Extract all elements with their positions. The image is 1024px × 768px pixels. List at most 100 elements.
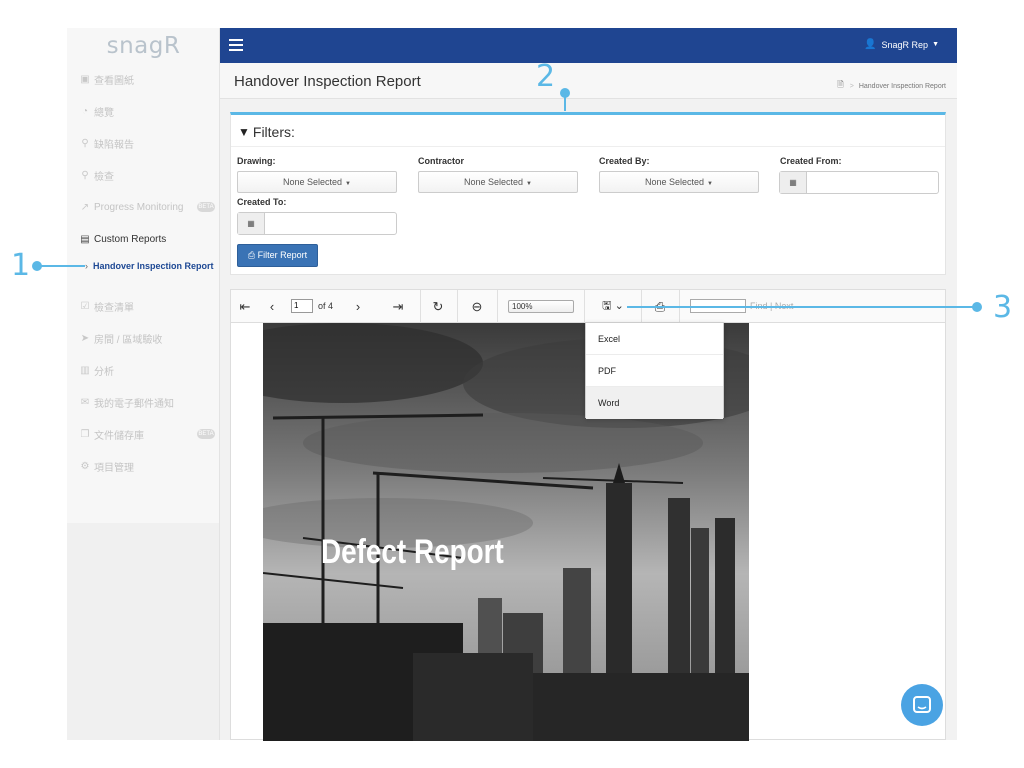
user-name: SnagR Rep [881, 39, 929, 50]
sidebar-item-progress-monitoring[interactable]: ↗ Progress Monitoring BETA [67, 191, 220, 223]
last-page-icon[interactable]: ⇥ [388, 290, 408, 323]
toolbar-separator [497, 290, 498, 323]
zoom-select[interactable]: 100% [508, 300, 574, 313]
export-pdf-option[interactable]: PDF [586, 355, 723, 387]
sidebar-item-document-repository[interactable]: ❐ 文件儲存庫 BETA [67, 418, 220, 450]
app-root: snagR ▣ 查看圖紙 ◔ 總覽 ⚲ 缺陷報告 ⚲ 檢查 ↗ Progress… [0, 0, 1024, 768]
contractor-select-value: None Selected [464, 177, 524, 187]
drawing-select-value: None Selected [283, 177, 343, 187]
search-icon: ⚲ [81, 169, 89, 181]
annotation-line-1 [37, 265, 85, 267]
page-number-input[interactable]: 1 [291, 299, 313, 313]
user-icon: 👤 [864, 39, 877, 50]
contractor-label: Contractor [418, 156, 465, 166]
caret-down-icon: ▼ [345, 181, 351, 187]
next-page-icon[interactable]: › [348, 290, 368, 323]
refresh-icon[interactable]: ↻ [427, 290, 449, 323]
calendar-icon[interactable]: ▦ [238, 213, 265, 234]
filters-panel: ▼ Filters: Drawing: None Selected ▼ Contr… [230, 112, 946, 275]
breadcrumb-separator: > [849, 82, 854, 90]
page-header: Handover Inspection Report 🗎 > Handover … [220, 63, 957, 99]
sidebar-item-label: 房間 / 區域驗收 [94, 334, 163, 346]
bar-chart-icon: ▥ [80, 364, 90, 376]
filters-title: ▼ Filters: [238, 124, 295, 140]
created-by-label: Created By: [599, 156, 650, 166]
back-icon[interactable]: ⊖ [467, 290, 487, 323]
previous-page-icon[interactable]: ‹ [262, 290, 282, 323]
filters-divider [231, 146, 945, 147]
annotation-line-2 [564, 93, 566, 111]
created-from-date-field[interactable]: ▦ [779, 171, 939, 194]
cogs-icon: ⚙ [80, 460, 90, 472]
sidebar-item-label: Custom Reports [94, 233, 167, 245]
annotation-number-3: 3 [993, 290, 1013, 325]
sidebar-item-inspection[interactable]: ⚲ 檢查 [67, 159, 220, 191]
sidebar-item-label: 文件儲存庫 [94, 430, 144, 442]
filter-report-button-label: Filter Report [257, 250, 308, 260]
sidebar-item-defect-report[interactable]: ⚲ 缺陷報告 [67, 127, 220, 159]
sidebar-item-checklist[interactable]: ☑ 檢查清單 [67, 290, 220, 322]
filters-title-text: Filters: [252, 124, 295, 140]
checklist-icon: ☑ [80, 300, 90, 312]
sidebar-item-room-acceptance[interactable]: ➤ 房間 / 區域驗收 [67, 322, 220, 354]
contractor-select[interactable]: None Selected ▼ [418, 171, 578, 193]
dashboard-icon: ◔ [81, 105, 89, 117]
export-excel-option[interactable]: Excel [586, 323, 723, 355]
page-title: Handover Inspection Report [234, 73, 421, 90]
beta-badge: BETA [197, 429, 215, 439]
annotation-line-3 [627, 306, 975, 308]
print-icon: ⎙ [247, 250, 256, 260]
created-by-select[interactable]: None Selected ▼ [599, 171, 759, 193]
calendar-icon[interactable]: ▦ [780, 172, 807, 193]
sidebar-item-view-drawings[interactable]: ▣ 查看圖紙 [67, 63, 220, 95]
beta-badge: BETA [197, 202, 215, 212]
sidebar-item-label: Progress Monitoring [94, 201, 184, 213]
toolbar-separator [420, 290, 421, 323]
sidebar: snagR ▣ 查看圖紙 ◔ 總覽 ⚲ 缺陷報告 ⚲ 檢查 ↗ Progress… [67, 28, 220, 740]
document-icon[interactable]: 🗎 [837, 79, 843, 93]
document-icon: ▤ [80, 233, 90, 245]
breadcrumb: 🗎 > Handover Inspection Report [837, 79, 946, 93]
logo[interactable]: snagR [67, 28, 220, 63]
location-arrow-icon: ➤ [80, 332, 90, 344]
export-save-icon[interactable]: 🖫 ⌄ [597, 290, 629, 323]
filter-report-button[interactable]: ⎙ Filter Report [237, 244, 318, 267]
sidebar-item-analytics[interactable]: ▥ 分析 [67, 354, 220, 386]
sidebar-item-label: 檢查清單 [94, 302, 134, 314]
chat-icon [913, 696, 931, 713]
line-chart-icon: ↗ [80, 201, 90, 213]
sidebar-item-project-management[interactable]: ⚙ 項目管理 [67, 450, 220, 482]
user-menu[interactable]: 👤 SnagR Rep ▼ [864, 39, 939, 50]
top-navbar: 👤 SnagR Rep ▼ [220, 28, 957, 63]
envelope-icon: ✉ [80, 396, 90, 408]
toolbar-separator [584, 290, 585, 323]
sidebar-item-label: 項目管理 [94, 462, 134, 474]
drawing-label: Drawing: [237, 156, 276, 166]
files-icon: ❐ [80, 428, 90, 440]
created-to-date-field[interactable]: ▦ [237, 212, 397, 235]
caret-down-icon: ▼ [932, 41, 939, 48]
first-page-icon[interactable]: ⇤ [235, 290, 255, 323]
map-pin-icon: ⚲ [81, 137, 89, 149]
report-title: Defect Report [321, 533, 504, 571]
sidebar-item-label: 我的電子郵件通知 [94, 398, 174, 410]
sidebar-item-custom-reports[interactable]: ▤ Custom Reports [67, 223, 220, 255]
caret-down-icon: ▼ [526, 181, 532, 187]
filter-icon: ▼ [238, 125, 250, 139]
menu-toggle-icon[interactable] [229, 39, 243, 51]
caret-down-icon: ▼ [707, 181, 713, 187]
sidebar-subitem-label: Handover Inspection Report [93, 261, 214, 271]
created-by-select-value: None Selected [645, 177, 705, 187]
created-to-label: Created To: [237, 197, 287, 207]
chevron-right-icon: › [85, 261, 88, 271]
sidebar-item-overview[interactable]: ◔ 總覽 [67, 95, 220, 127]
drawing-select[interactable]: None Selected ▼ [237, 171, 397, 193]
sidebar-subitem-handover-inspection-report[interactable]: › Handover Inspection Report [85, 259, 215, 273]
image-icon: ▣ [80, 73, 90, 85]
annotation-number-1: 1 [11, 248, 31, 283]
annotation-number-2: 2 [536, 59, 556, 94]
page-count: of 4 [318, 301, 334, 311]
sidebar-item-email-notifications[interactable]: ✉ 我的電子郵件通知 [67, 386, 220, 418]
chat-launcher-button[interactable] [901, 684, 943, 726]
export-word-option[interactable]: Word [586, 387, 723, 419]
